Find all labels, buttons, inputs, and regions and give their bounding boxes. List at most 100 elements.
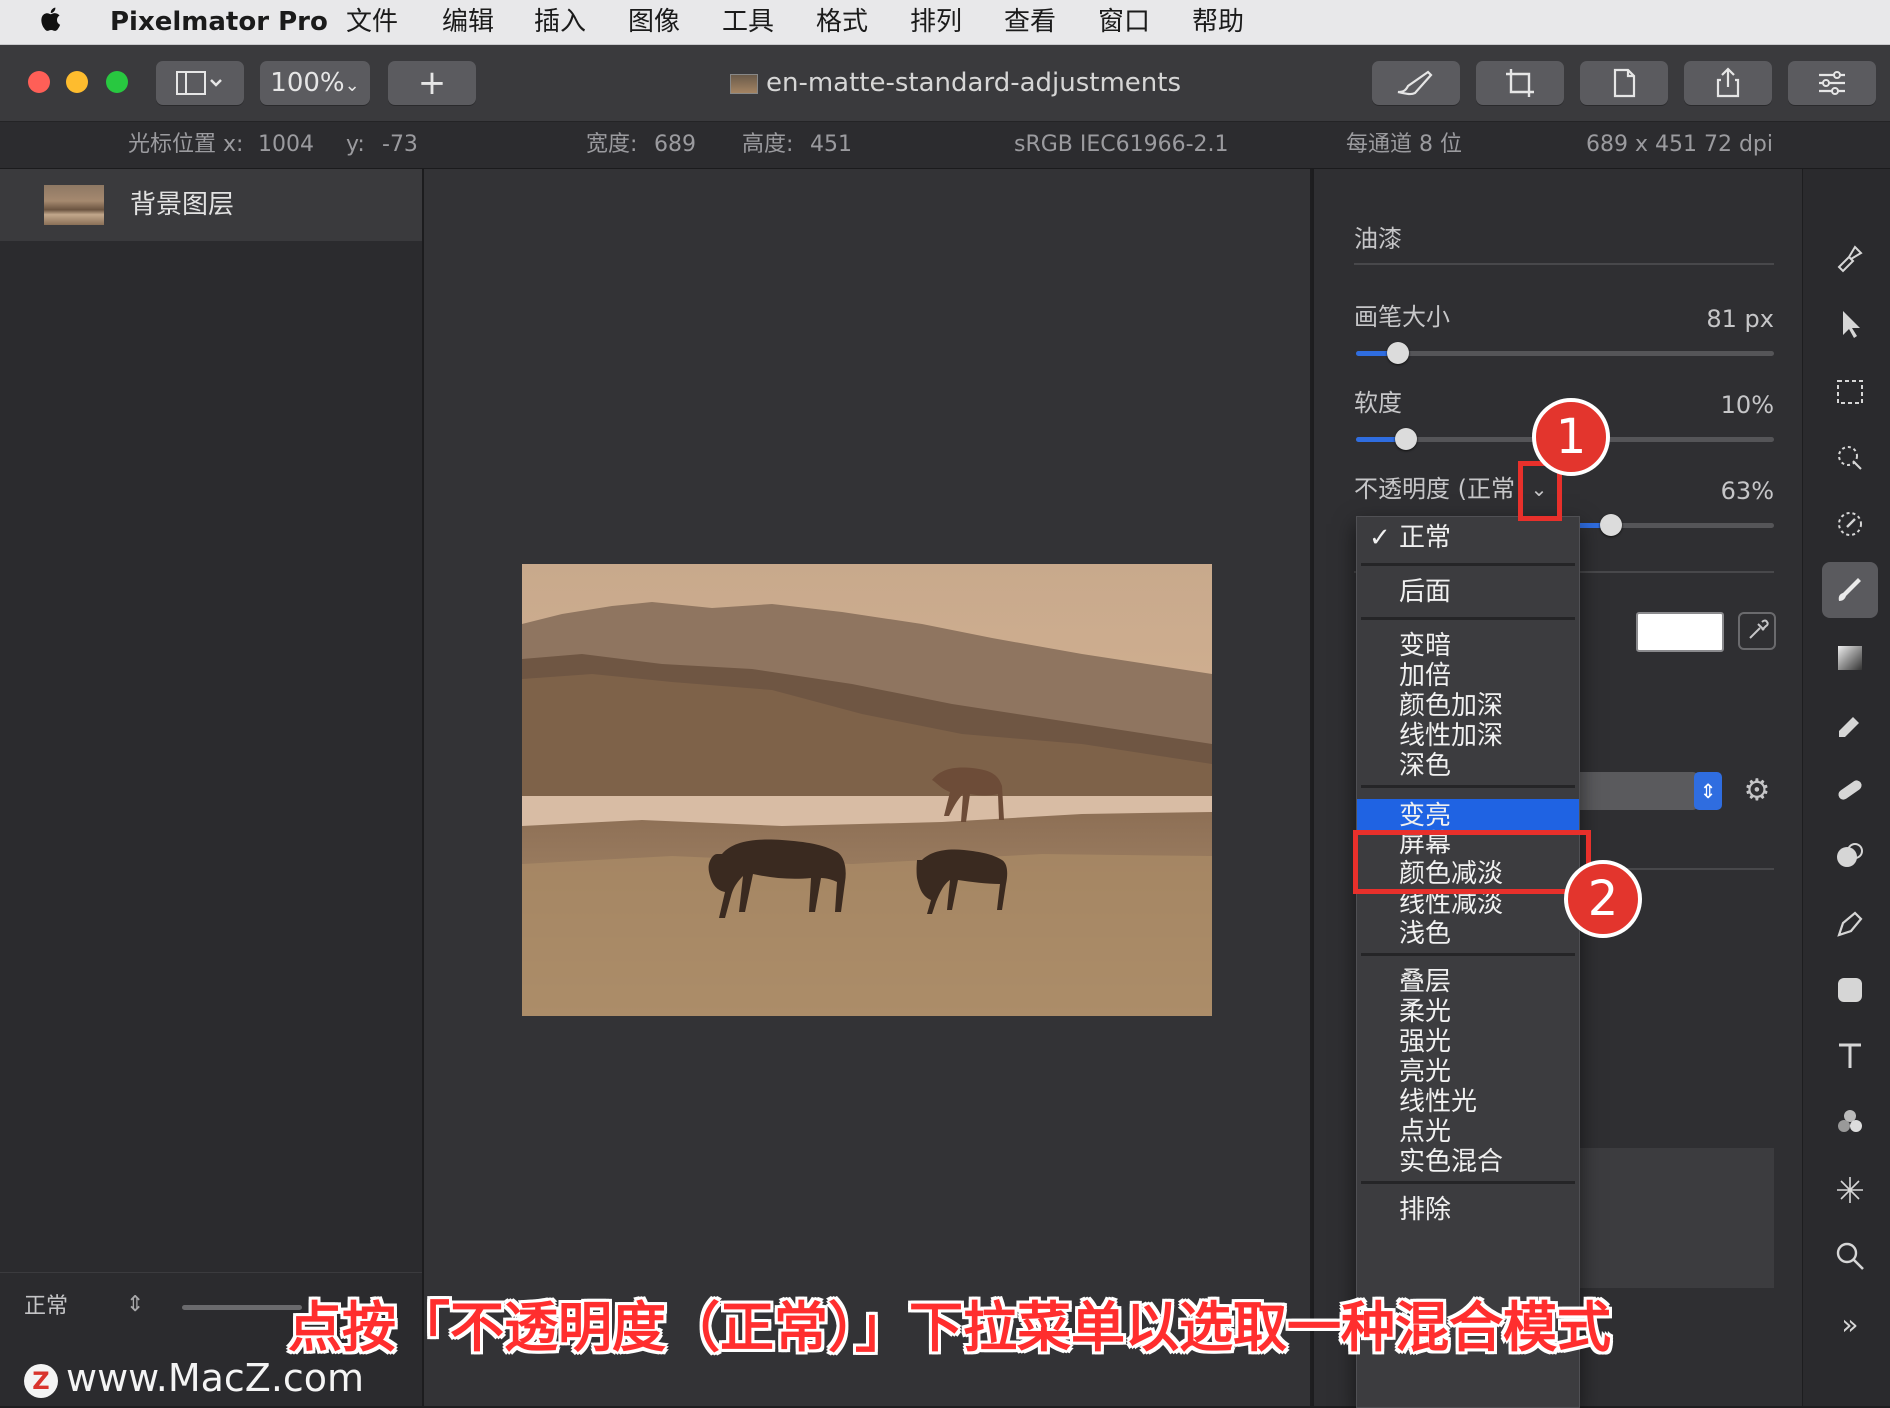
cursor-y-value: -73	[382, 132, 418, 157]
menu-image[interactable]: 图像	[628, 5, 680, 39]
layer-row[interactable]: 背景图层	[0, 169, 422, 241]
softness-label: 软度	[1354, 389, 1402, 417]
document-image[interactable]	[522, 564, 1212, 1016]
height-value: 451	[810, 132, 852, 157]
share-button[interactable]	[1684, 61, 1772, 105]
softness-value[interactable]: 10%	[1640, 390, 1774, 420]
blend-mode-item[interactable]: 柔光	[1357, 997, 1579, 1027]
blend-mode-item[interactable]: 变亮	[1357, 799, 1579, 833]
blend-mode-label: 正常	[1399, 523, 1452, 553]
width-value: 689	[654, 132, 696, 157]
chevron-down-icon: ⌄	[344, 75, 360, 96]
retouch-tool[interactable]	[1822, 762, 1878, 818]
arrange-tool[interactable]	[1822, 296, 1878, 352]
gear-icon[interactable]: ⚙	[1740, 774, 1774, 808]
blend-mode-item[interactable]: 后面	[1357, 577, 1579, 607]
blend-mode-label: 浅色	[1399, 919, 1452, 949]
blend-stepper-icon[interactable]: ⇕	[126, 1290, 144, 1320]
quick-selection-tool[interactable]	[1822, 430, 1878, 486]
layers-panel	[0, 169, 424, 1406]
sidebar-toggle-button[interactable]	[156, 61, 244, 105]
blend-mode-label: 变暗	[1399, 631, 1452, 661]
opacity-value[interactable]: 63%	[1640, 476, 1774, 506]
layer-name: 背景图层	[130, 190, 235, 220]
zoom-tool[interactable]	[1822, 1228, 1878, 1284]
zoom-dropdown[interactable]: 100%⌄	[260, 61, 370, 105]
layer-blend-mode[interactable]: 正常	[24, 1292, 68, 1322]
menu-edit[interactable]: 编辑	[442, 5, 494, 39]
menu-view[interactable]: 查看	[1004, 5, 1056, 39]
menu-window[interactable]: 窗口	[1098, 5, 1150, 39]
blend-mode-item[interactable]: 叠层	[1357, 967, 1579, 997]
tool-name-heading: 油漆	[1354, 225, 1402, 253]
color-profile: sRGB IEC61966-2.1	[1014, 132, 1229, 157]
more-tools-button[interactable]: »	[1822, 1296, 1878, 1352]
brush-icon	[1397, 70, 1433, 96]
color-adjust-tool[interactable]	[1822, 496, 1878, 552]
brush-preset-select[interactable]	[1578, 772, 1698, 810]
app-menu[interactable]: Pixelmator Pro	[110, 5, 328, 39]
brush-size-value[interactable]: 81 px	[1640, 304, 1774, 334]
cursor-x-value: 1004	[258, 132, 314, 157]
menu-insert[interactable]: 插入	[534, 5, 586, 39]
menu-arrange[interactable]: 排列	[910, 5, 962, 39]
blend-mode-item[interactable]: 实色混合	[1357, 1147, 1579, 1177]
opacity-knob[interactable]	[1599, 514, 1622, 536]
eyedropper-button[interactable]	[1738, 612, 1776, 650]
color-swatch[interactable]	[1636, 612, 1724, 652]
zoom-window-button[interactable]	[106, 71, 128, 93]
brush-preset-stepper[interactable]: ⇕	[1694, 772, 1722, 810]
menu-file[interactable]: 文件	[346, 5, 398, 39]
menu-separator	[1361, 1181, 1575, 1184]
blend-mode-item[interactable]: ✓ 正常	[1357, 523, 1579, 553]
opacity-label: 不透明度 (正常	[1354, 475, 1515, 503]
menu-tools[interactable]: 工具	[722, 5, 774, 39]
annotation-highlight-lighten	[1353, 830, 1591, 894]
adjustments-button[interactable]	[1788, 61, 1876, 105]
add-button[interactable]: +	[388, 61, 476, 105]
crop-icon	[1506, 69, 1534, 97]
blend-mode-item[interactable]: 深色	[1357, 751, 1579, 781]
gradient-tool[interactable]	[1822, 630, 1878, 686]
blend-mode-item[interactable]: 线性加深	[1357, 721, 1579, 751]
paint-tool-button[interactable]	[1372, 61, 1460, 105]
blend-mode-item[interactable]: 加倍	[1357, 661, 1579, 691]
minimize-window-button[interactable]	[66, 71, 88, 93]
blend-mode-label: 实色混合	[1399, 1147, 1504, 1177]
blend-mode-item[interactable]: 强光	[1357, 1027, 1579, 1057]
softness-knob[interactable]	[1395, 428, 1418, 450]
type-tool[interactable]	[1822, 1028, 1878, 1084]
zoom-value: 100%	[270, 68, 345, 98]
paint-tool[interactable]	[1822, 562, 1878, 618]
pen-tool[interactable]	[1822, 896, 1878, 952]
blend-mode-item[interactable]: 排除	[1357, 1195, 1579, 1225]
blend-mode-item[interactable]: 点光	[1357, 1117, 1579, 1147]
watermark: Zwww.MacZ.com	[24, 1356, 364, 1400]
gradient-icon	[1838, 646, 1862, 670]
layer-opacity-slider[interactable]	[182, 1305, 302, 1310]
color-tool[interactable]	[1822, 1094, 1878, 1150]
effects-tool[interactable]	[1822, 828, 1878, 884]
bit-depth: 每通道 8 位	[1346, 132, 1462, 157]
erase-tool[interactable]	[1822, 696, 1878, 752]
menu-format[interactable]: 格式	[816, 5, 868, 39]
bandage-icon	[1838, 780, 1862, 800]
blend-mode-item[interactable]: 线性光	[1357, 1087, 1579, 1117]
shape-tool[interactable]	[1822, 962, 1878, 1018]
close-window-button[interactable]	[28, 71, 50, 93]
blend-mode-item[interactable]: 亮光	[1357, 1057, 1579, 1087]
selection-tool[interactable]	[1822, 364, 1878, 420]
document-button[interactable]	[1580, 61, 1668, 105]
apple-icon[interactable]	[38, 3, 64, 44]
landscape-photo	[522, 564, 1212, 1016]
menu-help[interactable]: 帮助	[1192, 5, 1244, 39]
crop-button[interactable]	[1476, 61, 1564, 105]
style-tool[interactable]	[1822, 230, 1878, 286]
blend-mode-item[interactable]: 颜色加深	[1357, 691, 1579, 721]
blend-mode-label: 线性光	[1399, 1087, 1478, 1117]
blend-mode-item[interactable]: 变暗	[1357, 631, 1579, 661]
distort-tool[interactable]	[1822, 1162, 1878, 1218]
blend-mode-item[interactable]: 浅色	[1357, 919, 1579, 949]
brush-size-slider[interactable]	[1356, 342, 1774, 364]
brush-size-knob[interactable]	[1386, 342, 1409, 364]
